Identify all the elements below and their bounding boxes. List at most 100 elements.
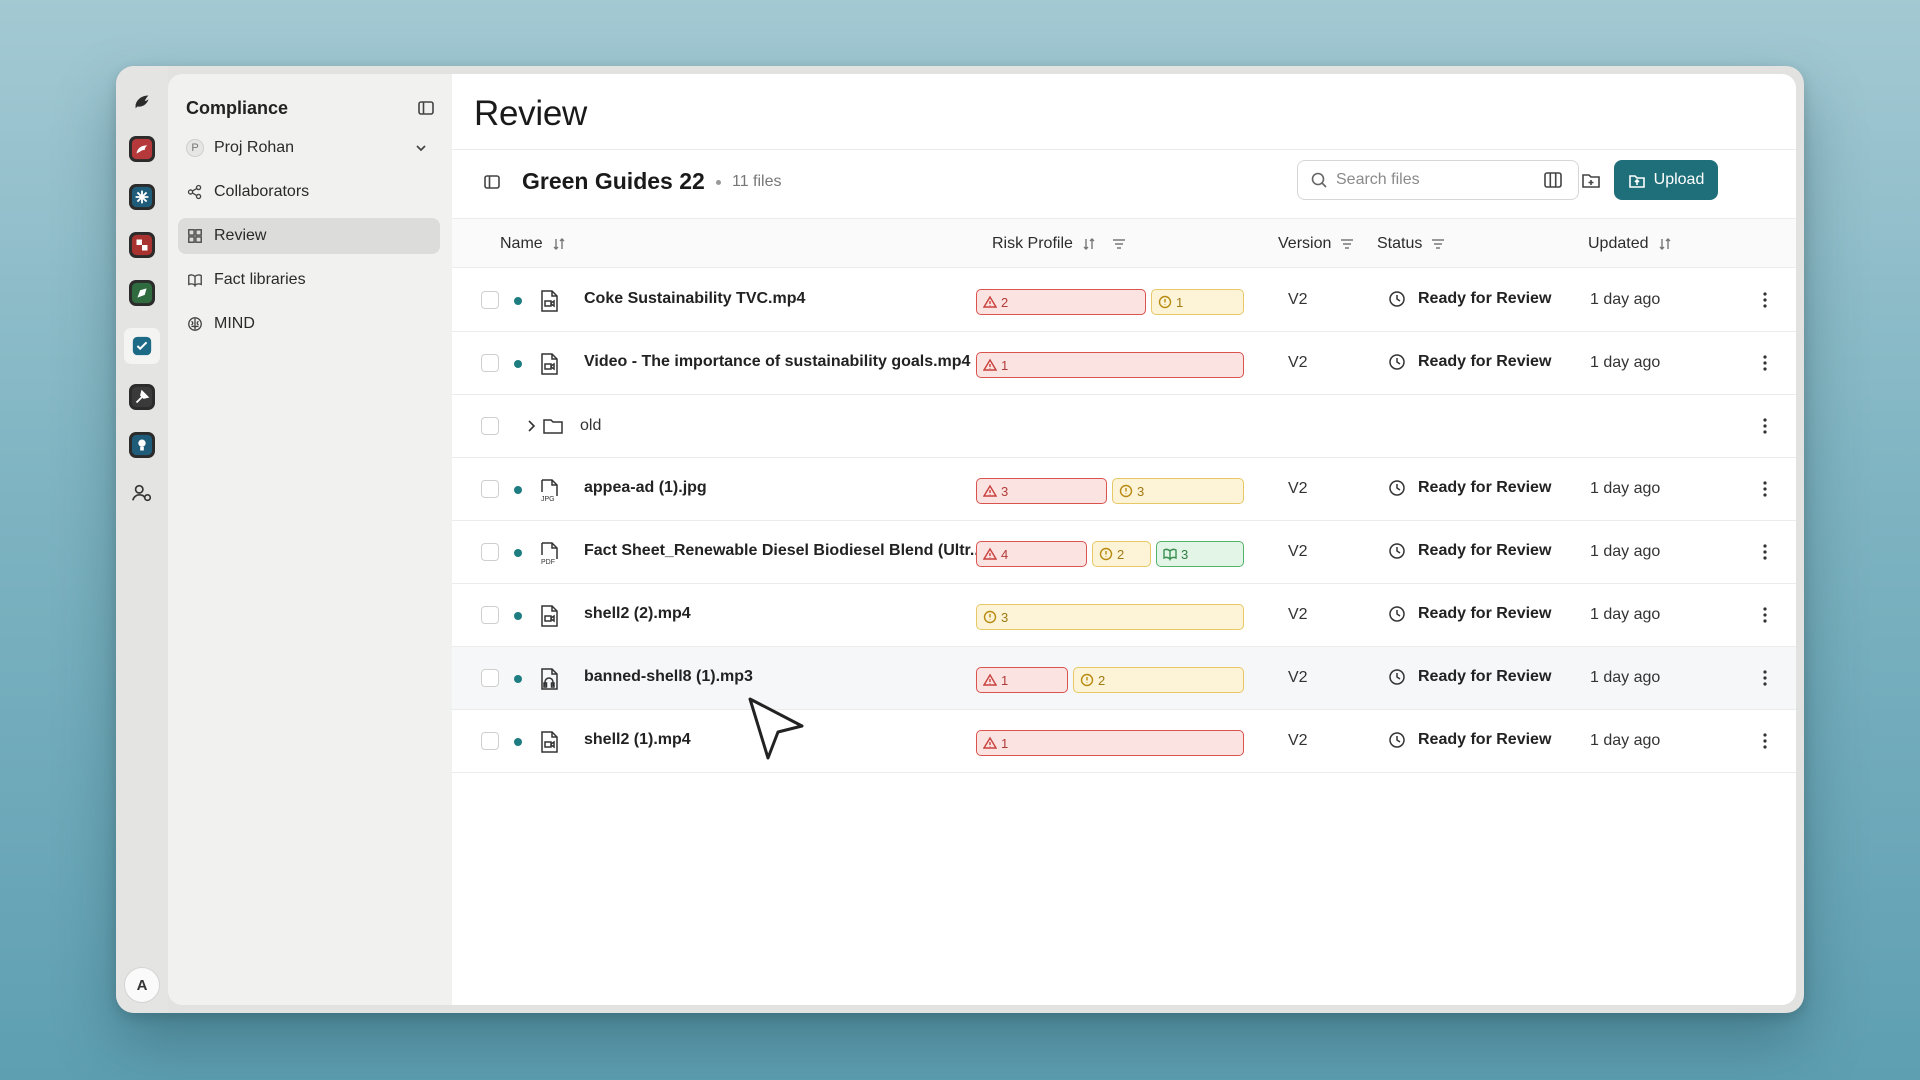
chevron-right-icon[interactable] — [522, 417, 540, 435]
folder-name[interactable]: old — [580, 417, 601, 435]
risk-badge-red[interactable]: 1 — [976, 667, 1068, 693]
app-window: A Compliance P Proj Rohan Collaborators … — [116, 66, 1804, 1013]
app-icon-1[interactable] — [129, 136, 155, 162]
video-file-icon — [538, 604, 560, 628]
risk-count: 3 — [1001, 483, 1009, 499]
project-selector[interactable]: P Proj Rohan — [178, 130, 440, 166]
app-icon-7[interactable] — [129, 432, 155, 458]
table-row[interactable]: shell2 (2).mp4 3 V2 Ready for Review 1 day a… — [452, 584, 1796, 647]
column-name[interactable]: Name — [500, 235, 567, 253]
app-icon-4[interactable] — [129, 280, 155, 306]
filter-icon[interactable] — [1339, 236, 1355, 252]
upload-button[interactable]: Upload — [1614, 160, 1718, 200]
risk-badge-green[interactable]: 3 — [1156, 541, 1244, 567]
more-options-icon[interactable] — [1762, 730, 1768, 752]
risk-count: 2 — [1098, 672, 1106, 688]
panel-toggle-icon[interactable] — [482, 172, 502, 192]
new-folder-icon[interactable] — [1580, 169, 1602, 191]
sort-icon[interactable] — [1657, 236, 1673, 252]
main-panel: Review Green Guides 22 11 files Upload N… — [452, 74, 1796, 1005]
compliance-app-icon[interactable] — [124, 328, 160, 364]
risk-badge-yellow[interactable]: 3 — [976, 604, 1244, 630]
row-checkbox[interactable] — [481, 543, 499, 561]
status: Ready for Review — [1388, 731, 1551, 749]
file-name[interactable]: Video - The importance of sustainability… — [584, 353, 970, 371]
sidebar-item-mind[interactable]: MIND — [178, 306, 440, 342]
more-options-icon[interactable] — [1762, 289, 1768, 311]
logo-icon[interactable] — [129, 88, 155, 114]
table-row[interactable]: banned-shell8 (1).mp3 1 2 V2 Ready for Revie… — [452, 647, 1796, 710]
app-rail: A — [116, 66, 168, 1013]
status-label: Ready for Review — [1418, 479, 1552, 496]
grid-icon — [186, 227, 204, 245]
table-row[interactable]: PDF Fact Sheet_Renewable Diesel Biodiesel… — [452, 521, 1796, 584]
more-options-icon[interactable] — [1762, 604, 1768, 626]
risk-badge-red[interactable]: 2 — [976, 289, 1146, 315]
updated-time: 1 day ago — [1590, 732, 1661, 749]
filter-icon[interactable] — [1430, 236, 1446, 252]
risk-count: 1 — [1001, 672, 1009, 688]
column-version[interactable]: Version — [1278, 235, 1355, 253]
risk-badge-yellow[interactable]: 1 — [1151, 289, 1244, 315]
row-checkbox[interactable] — [481, 732, 499, 750]
file-name[interactable]: shell2 (2).mp4 — [584, 605, 691, 623]
file-name[interactable]: appea-ad (1).jpg — [584, 479, 707, 497]
app-icon-3[interactable] — [129, 232, 155, 258]
more-options-icon[interactable] — [1762, 478, 1768, 500]
row-checkbox[interactable] — [481, 606, 499, 624]
risk-badge-yellow[interactable]: 2 — [1092, 541, 1151, 567]
upload-label: Upload — [1653, 171, 1705, 188]
row-checkbox[interactable] — [481, 291, 499, 309]
user-avatar[interactable]: A — [124, 967, 160, 1003]
sidebar-item-fact-libraries[interactable]: Fact libraries — [178, 262, 440, 298]
sidebar-item-collaborators[interactable]: Collaborators — [178, 174, 440, 210]
risk-profile: 3 — [976, 604, 1244, 630]
mouse-cursor-icon — [748, 697, 804, 760]
column-risk-profile[interactable]: Risk Profile — [992, 235, 1127, 253]
risk-badge-red[interactable]: 4 — [976, 541, 1087, 567]
table-row[interactable]: Coke Sustainability TVC.mp4 2 1 V2 Ready for… — [452, 269, 1796, 332]
file-name[interactable]: banned-shell8 (1).mp3 — [584, 668, 753, 686]
column-updated[interactable]: Updated — [1588, 235, 1673, 253]
status-dot — [514, 360, 522, 368]
file-name[interactable]: Coke Sustainability TVC.mp4 — [584, 290, 805, 308]
columns-icon[interactable] — [1542, 169, 1564, 191]
status: Ready for Review — [1388, 290, 1551, 308]
table-row[interactable]: shell2 (1).mp4 1 V2 Ready for Review 1 day a… — [452, 710, 1796, 773]
risk-badge-yellow[interactable]: 2 — [1073, 667, 1244, 693]
file-name[interactable]: shell2 (1).mp4 — [584, 731, 691, 749]
clock-icon — [1389, 480, 1405, 496]
risk-badge-red[interactable]: 3 — [976, 478, 1107, 504]
sort-icon[interactable] — [551, 236, 567, 252]
app-icon-6[interactable] — [129, 384, 155, 410]
sidebar-item-review[interactable]: Review — [178, 218, 440, 254]
more-options-icon[interactable] — [1762, 667, 1768, 689]
search-box[interactable] — [1297, 160, 1579, 200]
row-checkbox[interactable] — [481, 354, 499, 372]
risk-badge-red[interactable]: 1 — [976, 352, 1244, 378]
risk-green-icon — [1163, 547, 1177, 561]
row-checkbox[interactable] — [481, 480, 499, 498]
sort-icon[interactable] — [1081, 236, 1097, 252]
more-options-icon[interactable] — [1762, 415, 1768, 437]
user-settings-icon[interactable] — [129, 480, 155, 506]
more-options-icon[interactable] — [1762, 352, 1768, 374]
table-row[interactable]: Video - The importance of sustainability… — [452, 332, 1796, 395]
risk-badge-red[interactable]: 1 — [976, 730, 1244, 756]
column-status[interactable]: Status — [1377, 235, 1446, 253]
more-options-icon[interactable] — [1762, 541, 1768, 563]
risk-badge-yellow[interactable]: 3 — [1112, 478, 1244, 504]
folder-row[interactable]: old — [452, 395, 1796, 458]
row-checkbox[interactable] — [481, 417, 499, 435]
risk-yellow-icon — [1158, 295, 1172, 309]
row-checkbox[interactable] — [481, 669, 499, 687]
clock-icon — [1389, 543, 1405, 559]
filter-icon[interactable] — [1111, 236, 1127, 252]
search-input[interactable] — [1336, 171, 1556, 189]
table-row[interactable]: JPG appea-ad (1).jpg 3 3 V2 Ready for Review 1… — [452, 458, 1796, 521]
app-icon-2[interactable] — [129, 184, 155, 210]
status-label: Ready for Review — [1418, 731, 1552, 748]
sidebar-toggle-icon[interactable] — [416, 98, 436, 118]
risk-count: 3 — [1137, 483, 1145, 499]
file-name[interactable]: Fact Sheet_Renewable Diesel Biodiesel Bl… — [584, 542, 983, 560]
